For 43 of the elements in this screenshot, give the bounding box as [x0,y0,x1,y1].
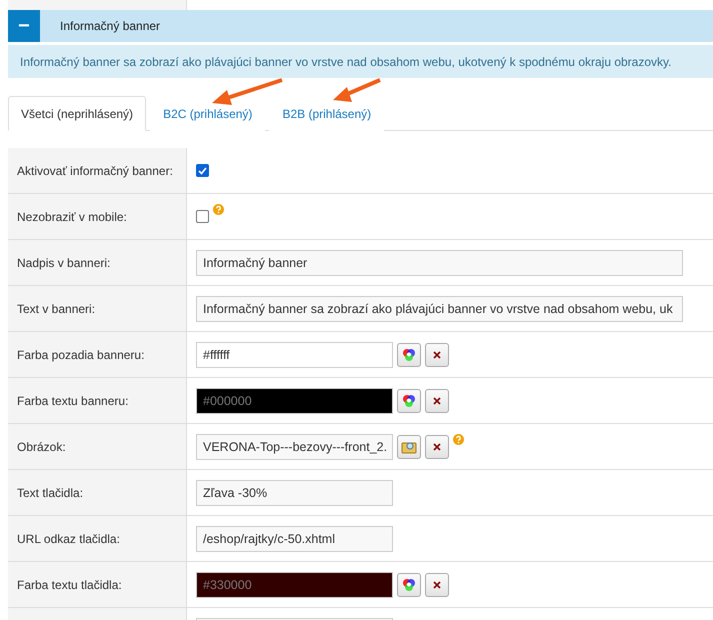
color-picker-button[interactable] [397,388,421,412]
image-folder-icon [401,440,417,454]
close-icon [432,580,442,590]
field-label: Farba textu banneru: [17,394,128,408]
text-field[interactable]: Informačný banner [196,250,683,276]
color-field[interactable]: #ffffff [196,342,393,368]
tab[interactable]: Všetci (neprihlásený) [8,96,146,131]
clear-button[interactable] [425,342,449,366]
field-label: Nadpis v banneri: [17,256,110,270]
color-field[interactable]: #000000 [196,388,393,414]
text-field[interactable]: /eshop/rajtky/c-50.xhtml [196,526,393,552]
browse-image-button[interactable] [397,434,421,458]
annotation-arrow [333,78,381,102]
color-wheel-icon [402,348,416,362]
annotation-arrow [212,78,283,105]
text-field[interactable]: Zľava -30% [196,480,393,506]
color-wheel-icon [402,394,416,408]
text-field[interactable]: Informačný banner sa zobrazí ako plávajúci banner vo vrstve nad obsahom webu, uk [196,296,683,322]
clear-button[interactable] [425,434,449,458]
close-icon [432,396,442,406]
color-picker-button[interactable] [397,572,421,596]
clear-button[interactable] [425,388,449,412]
clear-button[interactable] [425,572,449,596]
collapse-button[interactable]: − [8,10,40,42]
field-label: Nezobraziť v mobile: [17,210,127,224]
panel-title: Informačný banner [60,19,160,33]
field-label: URL odkaz tlačidla: [17,532,120,546]
field-label: Aktivovať informačný banner: [17,164,173,178]
info-text: Informačný banner sa zobrazí ako plávajúci banner vo vrstve nad obsahom webu, ukotvený k spodnému okraju obrazovky. [20,54,672,68]
field-label: Text v banneri: [17,302,96,316]
close-icon [432,350,442,360]
field-label: Obrázok: [17,440,66,454]
close-icon [432,442,442,452]
checkmark-icon [198,166,207,174]
color-picker-button[interactable] [397,342,421,366]
image-path-field[interactable]: VERONA-Top---bezovy---front_2. [196,434,393,460]
color-field[interactable]: #330000 [196,572,393,598]
color-wheel-icon [402,578,416,592]
field-label: Farba pozadia banneru: [17,348,144,362]
checkbox[interactable] [196,164,209,177]
checkbox[interactable] [196,210,209,223]
field-label: Farba textu tlačidla: [17,578,122,592]
field-label: Text tlačidla: [17,486,84,500]
